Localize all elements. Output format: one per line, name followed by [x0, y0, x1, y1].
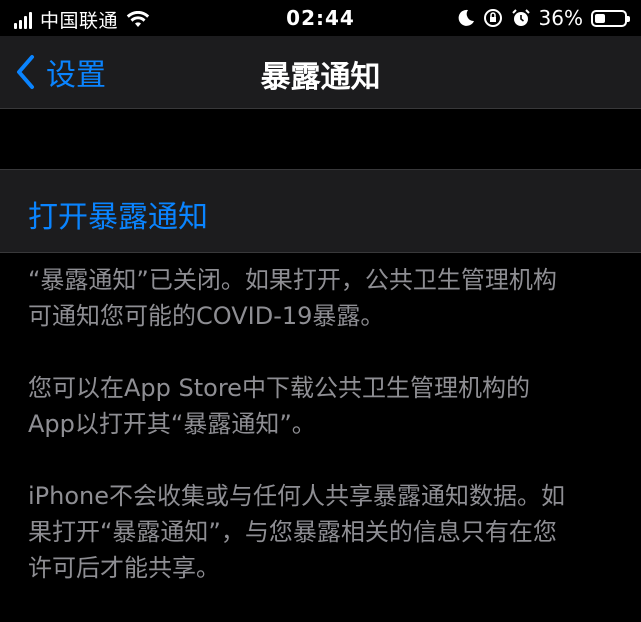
status-bar: 中国联通 02:44 36% — [0, 0, 641, 36]
page-title: 暴露通知 — [260, 60, 381, 95]
turn-on-exposure-notifications-label: 打开暴露通知 — [28, 200, 208, 235]
footer-paragraph: iPhone不会收集或与任何人共享暴露通知数据。如 果打开“暴露通知”，与您暴露… — [28, 482, 566, 582]
orientation-lock-icon — [483, 9, 502, 27]
alarm-icon — [511, 9, 530, 26]
battery-icon — [591, 9, 630, 27]
section-spacer — [0, 109, 641, 169]
moon-icon — [458, 9, 474, 26]
footer-paragraph: “暴露通知”已关闭。如果打开，公共卫生管理机构 可通知您可能的COVID-19暴… — [28, 266, 557, 330]
navigation-bar: 设置 暴露通知 — [0, 36, 641, 109]
footer-paragraph: 您可以在App Store中下载公共卫生管理机构的 App以打开其“暴露通知”。 — [28, 374, 530, 438]
turn-on-exposure-notifications-cell[interactable]: 打开暴露通知 — [0, 169, 641, 253]
status-right: 36% — [457, 6, 630, 30]
battery-fill — [595, 13, 606, 23]
battery-percent: 36% — [538, 6, 583, 30]
footer-description: “暴露通知”已关闭。如果打开，公共卫生管理机构 可通知您可能的COVID-19暴… — [28, 262, 628, 622]
